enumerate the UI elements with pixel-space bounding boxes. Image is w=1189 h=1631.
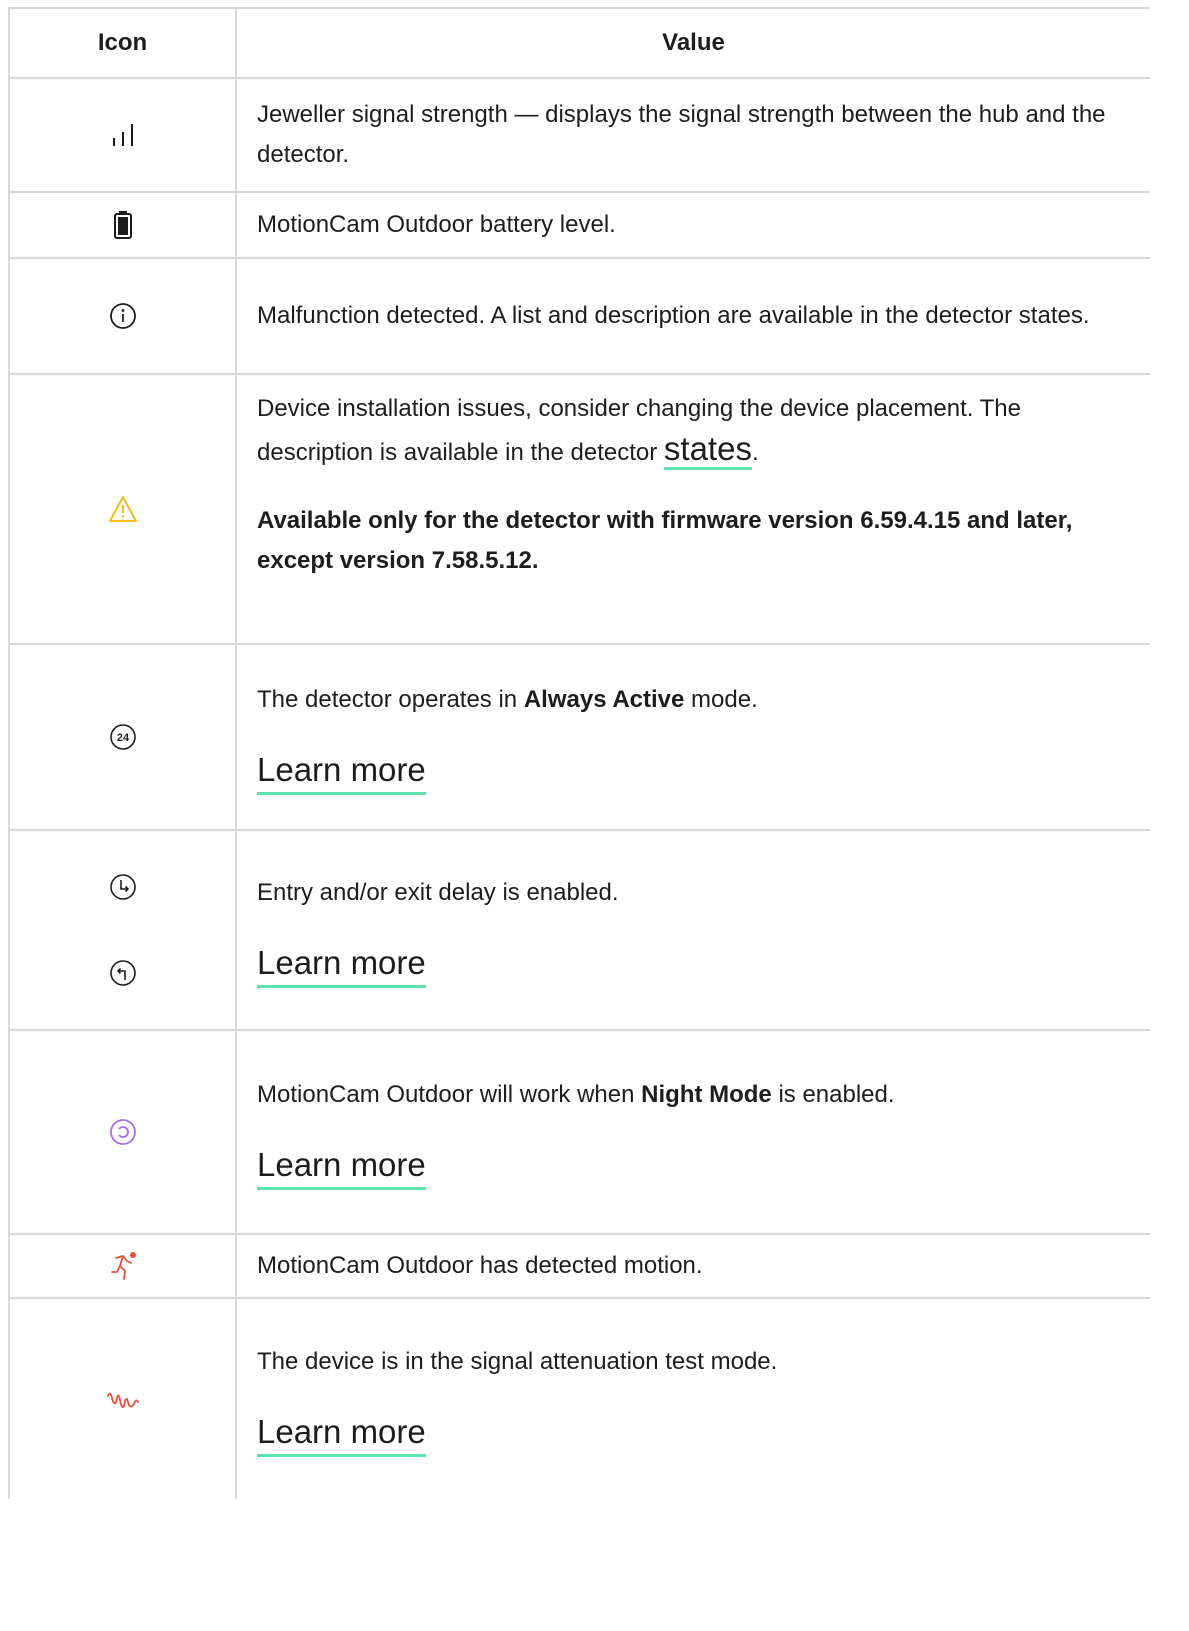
table-row: MotionCam Outdoor battery level.: [10, 193, 1150, 259]
exit-delay-icon: [109, 960, 136, 986]
learn-more-link[interactable]: Learn more: [257, 750, 426, 795]
row-text: MotionCam Outdoor battery level.: [257, 211, 616, 238]
entry-delay-icon: [109, 874, 136, 900]
learn-more-link[interactable]: Learn more: [257, 1145, 426, 1190]
signal-attenuation-icon: [106, 1392, 139, 1409]
motion-detected-icon: [110, 1252, 136, 1280]
row-text: Device installation issues, consider cha…: [257, 389, 1122, 473]
table-row: The device is in the signal attenuation …: [10, 1299, 1150, 1499]
info-icon: [109, 303, 136, 329]
value-column-header: Value: [662, 29, 725, 56]
states-link[interactable]: states: [663, 430, 752, 470]
svg-text:24: 24: [116, 732, 129, 744]
table-row: Device installation issues, consider cha…: [10, 375, 1150, 645]
signal-strength-icon: [112, 124, 133, 146]
table-row: MotionCam Outdoor has detected motion.: [10, 1235, 1150, 1299]
always-active-24-icon: 24: [109, 724, 136, 750]
row-text: Jeweller signal strength — displays the …: [257, 101, 1106, 168]
icons-table: Icon Value Jeweller signal strength — di…: [8, 7, 1150, 1499]
learn-more-link[interactable]: Learn more: [257, 943, 426, 988]
learn-more-link[interactable]: Learn more: [257, 1412, 426, 1457]
battery-icon: [113, 211, 132, 239]
table-row: Jeweller signal strength — displays the …: [10, 79, 1150, 193]
table-header-row: Icon Value: [10, 9, 1150, 79]
row-text: Malfunction detected. A list and descrip…: [257, 302, 1090, 329]
row-text: The detector operates in Always Active m…: [257, 685, 758, 713]
table-row: Malfunction detected. A list and descrip…: [10, 259, 1150, 375]
row-text: MotionCam Outdoor has detected motion.: [257, 1252, 703, 1279]
table-row: MotionCam Outdoor will work when Night M…: [10, 1031, 1150, 1235]
row-text: The device is in the signal attenuation …: [257, 1347, 778, 1375]
firmware-note: Available only for the detector with fir…: [257, 507, 1073, 574]
table-row: Entry and/or exit delay is enabled. Lear…: [10, 831, 1150, 1031]
row-text: Entry and/or exit delay is enabled.: [257, 878, 619, 906]
night-mode-icon: [109, 1119, 136, 1145]
warning-icon: [108, 496, 137, 522]
row-text: MotionCam Outdoor will work when Night M…: [257, 1080, 895, 1108]
table-row: 24 The detector operates in Always Activ…: [10, 645, 1150, 831]
icon-column-header: Icon: [10, 9, 237, 77]
